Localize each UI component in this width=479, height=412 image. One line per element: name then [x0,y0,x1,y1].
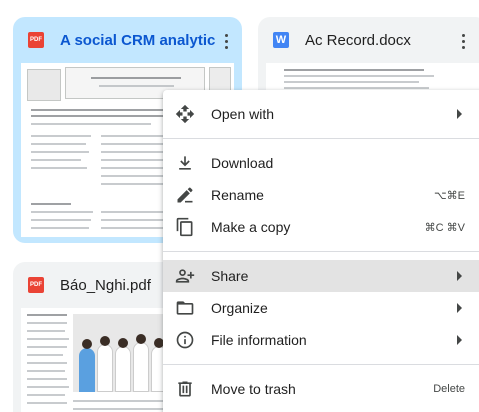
submenu-arrow-icon [457,271,462,281]
file-name: Báo_Nghi.pdf [60,276,151,294]
shortcut-hint: ⌥⌘E [433,189,465,202]
menu-item-make-a-copy[interactable]: Make a copy ⌘C ⌘V [163,211,479,243]
menu-item-label: Open with [211,106,275,122]
menu-item-share[interactable]: Share [163,260,479,292]
submenu-arrow-icon [457,109,462,119]
rename-icon [175,185,195,205]
menu-divider [163,364,479,365]
menu-item-label: File information [211,332,307,348]
menu-item-file-information[interactable]: File information [163,324,479,356]
submenu-arrow-icon [457,303,462,313]
shortcut-hint: Delete [433,383,465,395]
menu-divider [163,138,479,139]
share-icon [175,266,195,286]
menu-item-label: Move to trash [211,381,296,397]
menu-item-label: Make a copy [211,219,291,235]
pdf-icon: PDF [28,32,44,48]
news-photo [73,314,173,392]
shortcut-hint: ⌘C ⌘V [424,221,465,234]
open-with-icon [175,104,195,124]
more-actions-icon[interactable] [455,31,471,51]
info-icon [175,330,195,350]
menu-item-label: Organize [211,300,268,316]
download-icon [175,153,195,173]
file-context-menu: Open with Download Rename ⌥⌘E Make a cop… [163,90,479,412]
menu-item-move-to-trash[interactable]: Move to trash Delete [163,373,479,405]
menu-item-organize[interactable]: Organize [163,292,479,324]
submenu-arrow-icon [457,335,462,345]
file-name: Ac Record.docx [305,31,411,49]
file-name: A social CRM analytic [60,31,216,49]
file-card-header: W Ac Record.docx [258,17,479,63]
drive-file-grid: PDF A social CRM analytic W Ac Record.do… [0,0,479,412]
more-actions-icon[interactable] [218,31,234,51]
organize-icon [175,298,195,318]
menu-item-open-with[interactable]: Open with [163,98,479,130]
menu-divider [163,251,479,252]
menu-item-label: Rename [211,187,264,203]
menu-item-rename[interactable]: Rename ⌥⌘E [163,179,479,211]
menu-item-label: Download [211,155,274,171]
file-card-header: PDF A social CRM analytic [13,17,242,63]
word-doc-icon: W [273,32,289,48]
pdf-icon: PDF [28,277,44,293]
trash-icon [175,379,195,399]
menu-item-download[interactable]: Download [163,147,479,179]
menu-item-label: Share [211,268,249,284]
copy-icon [175,217,195,237]
